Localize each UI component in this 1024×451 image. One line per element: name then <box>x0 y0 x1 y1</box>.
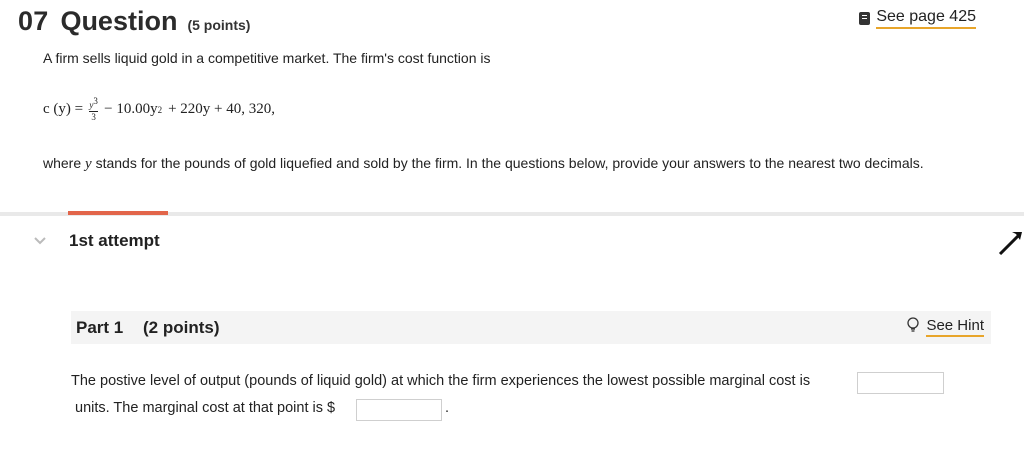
question-header: 07 Question (5 points) <box>18 6 250 37</box>
where-prefix: where <box>43 155 86 171</box>
cost-function-formula: c (y) = y3 3 − 10.00y 2 + 220y + 40, 320, <box>43 97 275 122</box>
attempt-label[interactable]: 1st attempt <box>69 231 160 251</box>
cursor-arrow-icon <box>996 228 1024 261</box>
fraction-numerator-exp: 3 <box>93 96 98 106</box>
answer-output-input[interactable] <box>858 373 943 393</box>
lightbulb-icon <box>906 317 920 337</box>
part-title: Part 1 <box>76 318 124 337</box>
formula-rest: + 220y + 40, 320, <box>168 101 275 117</box>
sentence-period: . <box>445 400 450 416</box>
book-icon <box>859 12 871 25</box>
part-points: (2 points) <box>143 318 220 337</box>
problem-where-text: where y stands for the pounds of gold li… <box>43 155 924 173</box>
fraction-denominator: 3 <box>91 112 96 122</box>
see-hint-label[interactable]: See Hint <box>926 317 984 337</box>
formula-lhs: c (y) = <box>43 101 84 117</box>
question-number: 07 <box>18 6 49 36</box>
see-page-label[interactable]: See page 425 <box>876 8 976 29</box>
part-question-line1: The postive level of output (pounds of l… <box>71 373 811 389</box>
answer-mc-input-wrap <box>356 399 442 421</box>
formula-term2: − 10.00y <box>104 101 158 117</box>
where-variable: y <box>85 156 92 172</box>
part-question-line2: units. The marginal cost at that point i… <box>75 400 336 416</box>
attempt-divider-accent <box>68 211 168 215</box>
see-hint-link[interactable]: See Hint <box>906 317 984 337</box>
answer-marginal-cost-input[interactable] <box>357 400 441 420</box>
see-page-link[interactable]: See page 425 <box>859 8 976 29</box>
formula-fraction: y3 3 <box>89 96 99 122</box>
question-points: (5 points) <box>187 17 251 33</box>
where-suffix: stands for the pounds of gold liquefied … <box>91 155 924 171</box>
chevron-down-icon[interactable] <box>33 234 47 249</box>
question-title: Question <box>60 6 178 36</box>
answer-output-input-wrap <box>857 372 944 394</box>
formula-term2-exp: 2 <box>157 104 163 115</box>
problem-intro: A firm sells liquid gold in a competitiv… <box>43 50 491 66</box>
